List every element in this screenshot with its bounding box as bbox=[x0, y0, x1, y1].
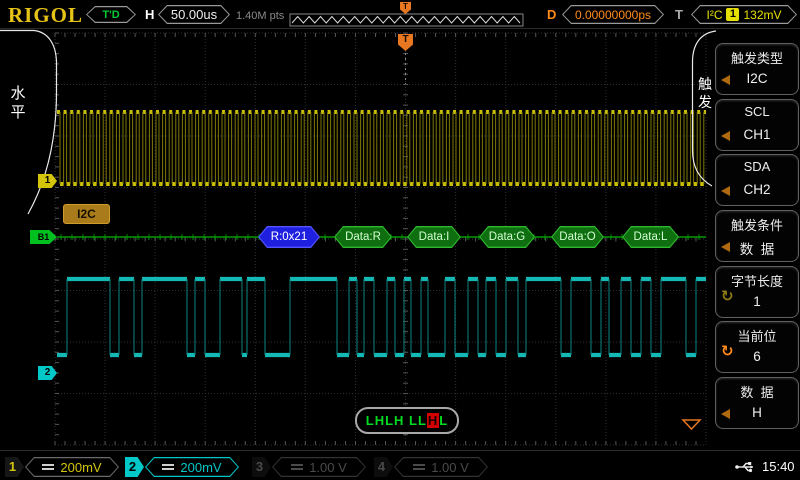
trigger-level-value: 132mV bbox=[743, 8, 781, 22]
channel-scale-readout: 200mV bbox=[25, 457, 119, 477]
trigger-label: T bbox=[675, 7, 683, 22]
menu-item-label: SCL bbox=[716, 104, 798, 119]
rotate-knob-icon: ↻ bbox=[721, 342, 734, 360]
menu-item-label: 触发条件 bbox=[716, 215, 798, 234]
channel-scale-readout: 1.00 V bbox=[272, 457, 366, 477]
tab-trigger[interactable]: 触发 bbox=[697, 76, 713, 111]
channel-scale-value: 200mV bbox=[180, 460, 221, 475]
left-triangle-icon bbox=[721, 75, 730, 85]
trigger-channel-badge: 1 bbox=[726, 8, 739, 21]
decode-bubble-text: Data:I bbox=[408, 227, 459, 246]
dc-coupling-icon bbox=[162, 464, 174, 470]
decode-bubble-4: Data:O bbox=[551, 226, 604, 248]
delay-label: D bbox=[547, 7, 556, 22]
menu-item-3[interactable]: SDACH2 bbox=[715, 154, 799, 206]
left-triangle-icon bbox=[721, 131, 730, 141]
menu-item-4[interactable]: 触发条件数 据 bbox=[715, 210, 799, 262]
menu-item-1[interactable]: 触发类型I2C bbox=[715, 43, 799, 95]
footer-separator bbox=[0, 450, 800, 451]
decode-bubble-5: Data:L bbox=[622, 226, 679, 248]
channel-1-badge[interactable]: 1 200mV bbox=[5, 457, 119, 477]
trigger-level-readout[interactable]: I²C 1 132mV bbox=[691, 5, 797, 24]
oscilloscope-screen: RIGOL T'D H 50.00us 1.40M pts T D 0.0000… bbox=[0, 0, 800, 480]
menu-item-2[interactable]: SCLCH1 bbox=[715, 99, 799, 151]
menu-item-label: 触发类型 bbox=[716, 48, 798, 67]
trigger-status-badge: T'D bbox=[86, 6, 136, 23]
pattern-prefix: LHLH LL bbox=[366, 413, 427, 428]
rigol-logo: RIGOL bbox=[8, 3, 83, 28]
channel-number-tag: 2 bbox=[125, 457, 144, 477]
menu-item-label: SDA bbox=[716, 159, 798, 174]
tab-horizontal[interactable]: 水平 bbox=[10, 85, 26, 123]
header-separator bbox=[0, 28, 800, 29]
pattern-suffix: L bbox=[439, 413, 448, 428]
channel-2-badge[interactable]: 2 200mV bbox=[125, 457, 239, 477]
menu-item-label: 数 据 bbox=[716, 382, 798, 401]
channel-scale-value: 1.00 V bbox=[431, 460, 469, 475]
decode-bubble-1: Data:R bbox=[334, 226, 392, 248]
left-triangle-icon bbox=[721, 409, 730, 419]
menu-item-7[interactable]: 数 据H bbox=[715, 377, 799, 429]
scl-waveform bbox=[57, 112, 706, 184]
channel-number-tag: 1 bbox=[5, 457, 24, 477]
decode-bubble-text: Data:R bbox=[335, 227, 390, 246]
decode-bubble-text: Data:L bbox=[623, 227, 677, 246]
decode-bubble-0: R:0x21 bbox=[258, 226, 320, 248]
pattern-current-bit: H bbox=[427, 413, 439, 428]
channel-scale-value: 200mV bbox=[60, 460, 101, 475]
decode-bubble-text: R:0x21 bbox=[259, 227, 318, 246]
memory-waveform-preview bbox=[292, 17, 520, 24]
left-triangle-icon bbox=[721, 186, 730, 196]
channel-number-tag: 4 bbox=[374, 457, 393, 477]
dc-coupling-icon bbox=[42, 464, 54, 470]
memory-depth: 1.40M pts bbox=[236, 10, 284, 22]
delay-readout[interactable]: 0.00000000ps bbox=[562, 5, 664, 24]
timebase-readout[interactable]: 50.00us bbox=[158, 5, 230, 24]
trigger-source: I²C bbox=[706, 8, 722, 22]
dc-coupling-icon bbox=[291, 464, 303, 470]
usb-icon bbox=[734, 459, 758, 475]
decode-bubble-text: Data:G bbox=[480, 227, 533, 246]
channel-3-badge[interactable]: 3 1.00 V bbox=[252, 457, 366, 477]
menu-panel: 触发类型I2CSCLCH1SDACH2触发条件数 据字节长度1↻当前位6↻数 据… bbox=[712, 30, 800, 450]
channel-4-badge[interactable]: 4 1.00 V bbox=[374, 457, 488, 477]
channel-scale-readout: 200mV bbox=[145, 457, 239, 477]
decode-bubble-text: Data:O bbox=[552, 227, 602, 246]
channel-scale-value: 1.00 V bbox=[309, 460, 347, 475]
menu-item-5[interactable]: 字节长度1↻ bbox=[715, 266, 799, 318]
clock: 15:40 bbox=[762, 459, 795, 474]
channel-number-tag: 3 bbox=[252, 457, 271, 477]
decode-bubble-3: Data:G bbox=[479, 226, 535, 248]
more-indicator-arrow-icon bbox=[683, 420, 700, 429]
left-triangle-icon bbox=[721, 242, 730, 252]
horizontal-label: H bbox=[145, 7, 154, 22]
menu-item-6[interactable]: 当前位6↻ bbox=[715, 321, 799, 373]
dc-coupling-icon bbox=[413, 464, 425, 470]
channel-scale-readout: 1.00 V bbox=[394, 457, 488, 477]
decode-protocol-label: I2C bbox=[63, 204, 110, 224]
rotate-knob-icon: ↻ bbox=[721, 287, 734, 305]
trigger-pattern-indicator: LHLH LLHL bbox=[355, 407, 459, 434]
decode-bubble-2: Data:I bbox=[407, 226, 461, 248]
